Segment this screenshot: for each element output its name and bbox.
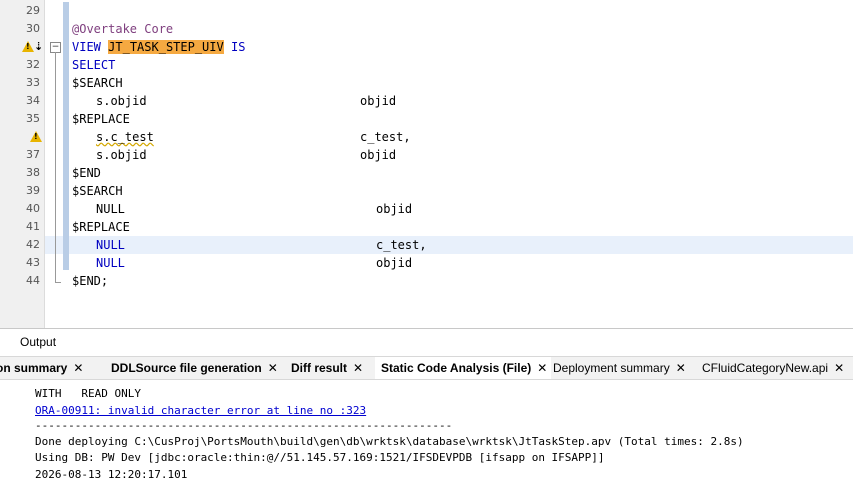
code-line[interactable]: 37 s.objid objid [0, 146, 853, 164]
arrow-down-icon[interactable]: ⇣ [34, 40, 43, 53]
code-line[interactable]: s.c_test c_test, [0, 128, 853, 146]
tab-label: DDLSource file generation [111, 361, 262, 375]
close-icon[interactable]: ✕ [73, 357, 83, 379]
tab-label: Static Code Analysis (File) [381, 361, 532, 375]
view-name: JT_TASK_STEP_UIV [108, 40, 224, 54]
code-text: NULL [96, 238, 125, 252]
code-text: SELECT [72, 58, 116, 72]
close-icon[interactable]: ✕ [834, 357, 844, 379]
code-text: objid [376, 256, 413, 270]
line-number: 43 [26, 256, 40, 269]
output-tab-bar: on summary ✕ DDLSource file generation ✕ D… [0, 356, 853, 380]
code-text: s.c_test [96, 130, 154, 144]
close-icon[interactable]: ✕ [268, 357, 278, 379]
output-line: WITH READ ONLY [35, 387, 141, 400]
line-number: 34 [26, 94, 40, 107]
close-icon[interactable]: ✕ [676, 357, 686, 379]
close-icon[interactable]: ✕ [353, 357, 363, 379]
code-text: s.objid [96, 94, 147, 108]
change-marker-bar [63, 2, 69, 270]
tab-label: on summary [0, 361, 68, 375]
code-line[interactable]: 40 NULL objid [0, 200, 853, 218]
tab-deployment-summary[interactable]: Deployment summary ✕ [553, 357, 686, 379]
code-text: $END [72, 166, 101, 180]
code-text: $END; [72, 274, 109, 288]
code-text: NULL [96, 256, 125, 270]
code-text: s.objid [96, 148, 147, 162]
code-text: objid [360, 148, 397, 162]
code-line[interactable]: 35 $REPLACE [0, 110, 853, 128]
line-number: 32 [26, 58, 40, 71]
output-line: Done deploying C:\CusProj\PortsMouth\bui… [35, 435, 744, 448]
tab-label: Diff result [291, 361, 348, 375]
code-line[interactable]: 44 $END; [0, 272, 853, 290]
line-number: 35 [26, 112, 40, 125]
warning-icon[interactable] [30, 131, 42, 142]
code-line[interactable]: 32 SELECT [0, 56, 853, 74]
code-line[interactable]: 33 $SEARCH [0, 74, 853, 92]
error-link[interactable]: ORA-00911: invalid character error at li… [35, 404, 366, 418]
code-line[interactable]: 39 $SEARCH [0, 182, 853, 200]
line-number: 41 [26, 220, 40, 233]
line-number: 39 [26, 184, 40, 197]
tab-label: Deployment summary [553, 361, 670, 375]
code-line[interactable]: ⇣ − VIEW JT_TASK_STEP_UIV IS [0, 38, 853, 56]
annotation-text: @Overtake Core [72, 22, 174, 36]
code-text: NULL [96, 202, 125, 216]
output-line: Using DB: PW Dev [jdbc:oracle:thin:@//51… [35, 451, 605, 464]
line-number: 33 [26, 76, 40, 89]
line-number: 30 [26, 22, 40, 35]
code-text: c_test, [376, 238, 427, 252]
line-number: 29 [26, 4, 40, 17]
code-text: $SEARCH [72, 184, 123, 198]
line-number: 40 [26, 202, 40, 215]
output-separator: ----------------------------------------… [35, 419, 453, 432]
fold-guide-end [55, 282, 61, 283]
code-text: c_test, [360, 130, 411, 144]
output-timestamp: 2026-08-13 12:20:17.101 [35, 468, 188, 481]
code-text: $REPLACE [72, 112, 130, 126]
code-text: $SEARCH [72, 76, 123, 90]
output-panel-title: Output [20, 335, 57, 349]
line-number: 44 [26, 274, 40, 287]
code-line[interactable]: 38 $END [0, 164, 853, 182]
line-number: 37 [26, 148, 40, 161]
tab-static-code-analysis[interactable]: Static Code Analysis (File) ✕ [375, 357, 552, 379]
code-line[interactable]: 42 NULL c_test, [0, 236, 853, 254]
tab-deployment-summary-partial[interactable]: on summary ✕ [0, 357, 83, 379]
tab-label: CFluidCategoryNew.api [702, 361, 829, 375]
is-keyword: IS [230, 40, 246, 54]
code-line[interactable]: 43 NULL objid [0, 254, 853, 272]
code-line[interactable]: 29 [0, 2, 853, 20]
line-number: 42 [26, 238, 40, 251]
code-line[interactable]: 34 s.objid objid [0, 92, 853, 110]
code-text: objid [376, 202, 413, 216]
code-line[interactable]: 41 $REPLACE [0, 218, 853, 236]
code-text: $REPLACE [72, 220, 130, 234]
line-number: 38 [26, 166, 40, 179]
tab-ddlsource-file-generation[interactable]: DDLSource file generation ✕ [111, 357, 278, 379]
fold-guide-line [55, 52, 56, 282]
output-panel: Output on summary ✕ DDLSource file genera… [0, 328, 853, 489]
warning-icon[interactable] [22, 41, 34, 52]
view-keyword: VIEW [72, 40, 101, 54]
tab-diff-result[interactable]: Diff result ✕ [291, 357, 363, 379]
code-line[interactable]: 30 @Overtake Core [0, 20, 853, 38]
view-declaration: VIEW JT_TASK_STEP_UIV IS [72, 38, 245, 56]
code-text: objid [360, 94, 397, 108]
code-editor[interactable]: 29 30 @Overtake Core ⇣ − VIEW JT_TASK_ST… [0, 0, 853, 328]
close-icon[interactable]: ✕ [537, 357, 547, 379]
tab-cfluidcategorynew-api[interactable]: CFluidCategoryNew.api ✕ [702, 357, 844, 379]
